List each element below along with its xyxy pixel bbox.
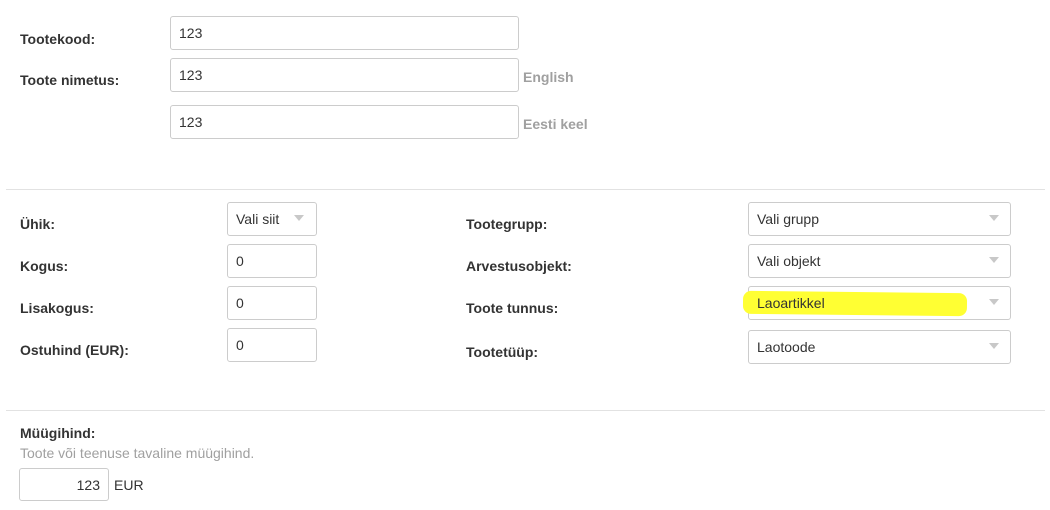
product-code-label: Tootekood:: [20, 31, 96, 47]
quantity-label: Kogus:: [20, 258, 69, 274]
sale-price-currency: EUR: [114, 477, 144, 493]
unit-label: Ühik:: [20, 216, 55, 232]
product-name-label: Toote nimetus:: [20, 72, 120, 88]
product-group-select[interactable]: Vali grupp: [748, 202, 1011, 236]
purchase-price-label: Ostuhind (EUR):: [20, 342, 129, 358]
language-label-estonian: Eesti keel: [523, 116, 588, 132]
chevron-down-icon: [294, 215, 304, 221]
product-tag-select[interactable]: Laoartikkel: [742, 286, 1011, 320]
section-divider-top: [6, 189, 1045, 190]
accounting-object-label: Arvestusobjekt:: [466, 258, 572, 274]
sale-price-label: Müügihind:: [20, 425, 96, 441]
quantity-input[interactable]: [227, 244, 317, 278]
language-label-english: English: [523, 69, 574, 85]
product-type-select-value: Laotoode: [757, 339, 816, 355]
product-type-select[interactable]: Laotoode: [748, 330, 1011, 364]
sale-price-hint: Toote või teenuse tavaline müügihind.: [20, 445, 255, 461]
extra-quantity-label: Lisakogus:: [20, 300, 94, 316]
product-group-select-value: Vali grupp: [757, 211, 820, 227]
extra-quantity-input[interactable]: [227, 286, 317, 320]
chevron-down-icon: [989, 257, 999, 263]
product-group-label: Tootegrupp:: [466, 216, 548, 232]
chevron-down-icon: [989, 215, 999, 221]
accounting-object-select[interactable]: Vali objekt: [748, 244, 1011, 278]
chevron-down-icon: [989, 299, 999, 305]
purchase-price-input[interactable]: [227, 328, 317, 362]
sale-price-input[interactable]: [19, 468, 109, 501]
product-name-estonian-input[interactable]: [170, 105, 519, 139]
product-tag-select-value: Laoartikkel: [757, 295, 825, 311]
product-code-input[interactable]: [170, 16, 519, 50]
accounting-object-select-value: Vali objekt: [757, 253, 821, 269]
unit-select[interactable]: Vali siit: [227, 202, 317, 236]
chevron-down-icon: [989, 343, 999, 349]
unit-select-value: Vali siit: [236, 211, 280, 227]
product-tag-label: Toote tunnus:: [466, 300, 559, 316]
section-divider-bottom: [6, 410, 1045, 411]
product-type-label: Tootetüüp:: [466, 344, 539, 360]
product-name-english-input[interactable]: [170, 58, 519, 92]
